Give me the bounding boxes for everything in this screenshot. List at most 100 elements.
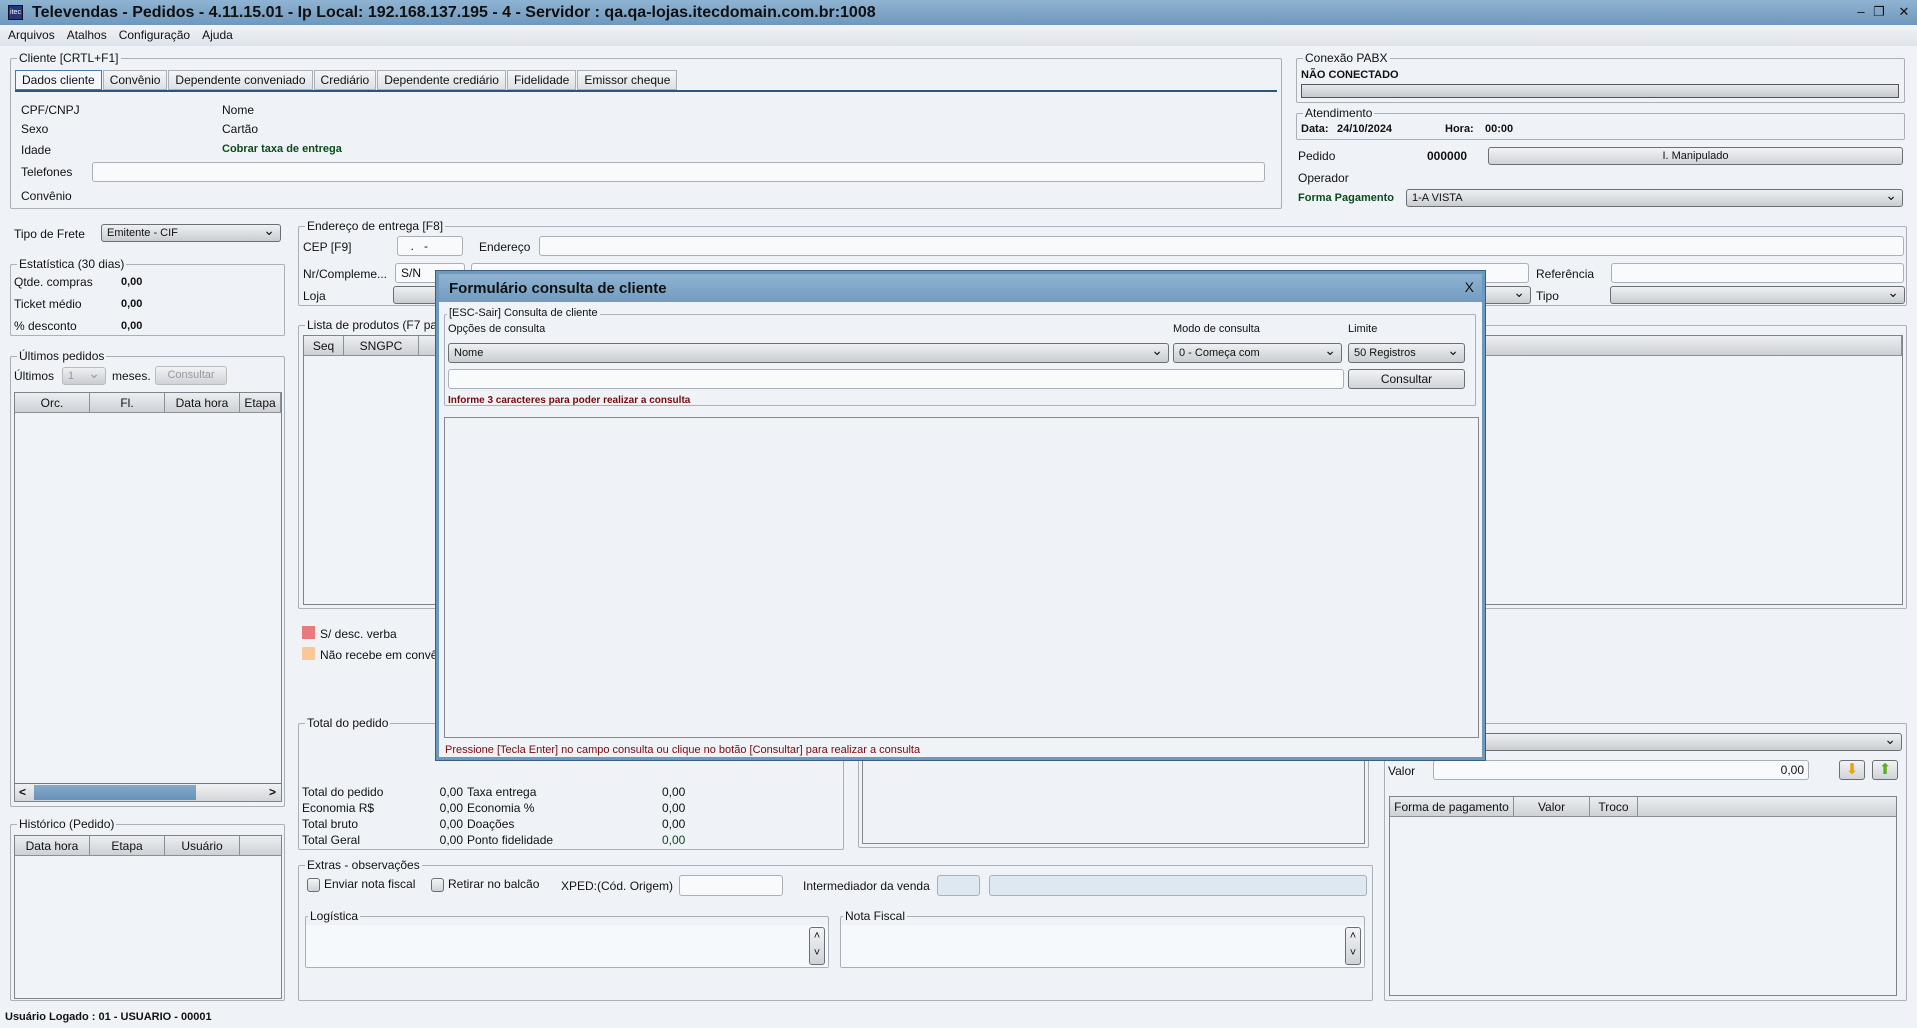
total-value: 0,00 [439, 817, 463, 831]
scroll-thumb[interactable] [34, 785, 196, 800]
endereco-legend: Endereço de entrega [F8] [305, 219, 446, 233]
column-header-etapa[interactable]: Etapa [240, 393, 281, 412]
column-header-etapa[interactable]: Etapa [90, 836, 165, 855]
endereco-field[interactable] [539, 236, 1904, 256]
enviar-nota-checkbox[interactable]: Enviar nota fiscal [307, 877, 415, 892]
consultar-ultimos-button[interactable]: Consultar [155, 366, 227, 385]
data-value: 24/10/2024 [1337, 123, 1393, 135]
dialog-title: Formulário consulta de cliente [449, 280, 667, 297]
intermediador-name-field[interactable] [989, 875, 1367, 896]
consultar-button[interactable]: Consultar [1348, 369, 1465, 389]
extras-group: Extras - observações Enviar nota fiscal … [298, 858, 1373, 1001]
menu-atalhos[interactable]: Atalhos [67, 25, 107, 46]
column-header-orc[interactable]: Orc. [15, 393, 90, 412]
tab-crediario[interactable]: Crediário [313, 70, 377, 90]
scroll-down-icon[interactable]: ˅ [810, 945, 824, 962]
table-header: Data hora Etapa Usuário [15, 836, 281, 856]
tab-emissor-cheque[interactable]: Emissor cheque [577, 70, 678, 90]
total-value: 0,00 [662, 817, 686, 831]
historico-legend: Histórico (Pedido) [17, 817, 117, 831]
totals-table: Total do pedido 0,00 Taxa entrega 0,00 Econ… [302, 784, 702, 848]
nota-fiscal-scrollbar[interactable]: ˄ ˅ [1345, 927, 1361, 965]
tab-dependente-crediario[interactable]: Dependente crediário [377, 70, 506, 90]
opcoes-select[interactable]: Nome [448, 341, 1169, 363]
minimize-button[interactable]: – [1852, 2, 1870, 22]
retirar-balcao-label: Retirar no balcão [448, 877, 540, 891]
column-header-data-hora[interactable]: Data hora [165, 393, 240, 412]
menu-arquivos[interactable]: Arquivos [8, 25, 55, 46]
column-header-data-hora[interactable]: Data hora [15, 836, 90, 855]
total-label: Total do pedido [302, 785, 384, 799]
referencia-field[interactable] [1611, 263, 1904, 283]
modo-select[interactable]: 0 - Começa com [1173, 341, 1342, 363]
dialog-title-bar: Formulário consulta de cliente X [439, 274, 1482, 302]
close-button[interactable]: ✕ [1895, 2, 1913, 22]
meses-select[interactable]: 1 [62, 365, 106, 385]
stat-value: 0,00 [121, 276, 143, 288]
menu-configuracao[interactable]: Configuração [119, 25, 190, 46]
tipo-select[interactable] [1610, 284, 1905, 304]
menu-ajuda[interactable]: Ajuda [202, 25, 233, 46]
total-value: 0,00 [439, 801, 463, 815]
arrow-up-icon: ⬆ [1878, 761, 1892, 778]
telefones-field[interactable] [92, 162, 1265, 182]
nome-label: Nome [222, 103, 255, 117]
checkbox-icon [431, 877, 444, 892]
add-payment-button[interactable]: ⬇ [1839, 760, 1865, 780]
scroll-left-icon[interactable]: < [19, 785, 26, 799]
retirar-balcao-checkbox[interactable]: Retirar no balcão [431, 877, 539, 892]
hora-label: Hora: [1445, 123, 1474, 135]
total-value: 0,00 [439, 785, 463, 799]
column-header-usuario[interactable]: Usuário [165, 836, 240, 855]
consulta-legend: [ESC-Sair] Consulta de cliente [447, 307, 600, 319]
tab-dados-cliente[interactable]: Dados cliente [15, 70, 102, 90]
column-header-troco[interactable]: Troco [1590, 797, 1638, 816]
pabx-group: Conexão PABX NÃO CONECTADO [1296, 51, 1905, 103]
remove-payment-button[interactable]: ⬆ [1872, 760, 1898, 780]
convenio-label: Convênio [21, 189, 72, 203]
column-header-forma[interactable]: Forma de pagamento [1390, 797, 1514, 816]
column-header-seq[interactable]: Seq [304, 336, 344, 355]
ultimos-pedidos-table: Orc. Fl. Data hora Etapa < > [14, 392, 282, 802]
tab-fidelidade[interactable]: Fidelidade [506, 70, 577, 90]
status-bar-user: Usuário Logado : 01 - USUARIO - 00001 [5, 1011, 212, 1023]
idade-label: Idade [21, 143, 52, 157]
intermediador-code-field[interactable] [937, 875, 980, 896]
historico-table: Data hora Etapa Usuário [14, 835, 282, 999]
xped-field[interactable] [679, 875, 783, 896]
tab-convenio[interactable]: Convênio [102, 70, 168, 90]
scroll-up-icon[interactable]: ˄ [810, 928, 824, 945]
cliente-legend: Cliente [CRTL+F1] [17, 51, 121, 65]
valor-field[interactable]: 0,00 [1433, 760, 1809, 780]
column-header-fl[interactable]: Fl. [90, 393, 165, 412]
consulta-search-input[interactable] [448, 369, 1344, 389]
telefones-label: Telefones [21, 165, 73, 179]
tipo-frete-label: Tipo de Frete [14, 227, 85, 241]
nota-fiscal-textarea[interactable] [841, 925, 1364, 967]
total-label: Total bruto [302, 817, 359, 831]
referencia-label: Referência [1536, 267, 1595, 281]
logistica-textarea[interactable] [306, 925, 828, 967]
tipo-frete-select[interactable]: Emitente - CIF [101, 222, 281, 242]
scroll-right-icon[interactable]: > [269, 785, 276, 799]
limite-select[interactable]: 50 Registros [1348, 341, 1465, 363]
forma-pagamento-select[interactable]: 1-A VISTA [1406, 187, 1903, 207]
stat-label: % desconto [14, 319, 77, 333]
data-label: Data: [1301, 123, 1329, 135]
valor-label: Valor [1388, 764, 1416, 778]
column-header-sngpc[interactable]: SNGPC [344, 336, 419, 355]
column-header-valor[interactable]: Valor [1514, 797, 1590, 816]
results-grid [444, 417, 1479, 738]
total-value: 0,00 [439, 833, 463, 847]
logistica-scrollbar[interactable]: ˄ ˅ [809, 927, 825, 965]
tab-dependente-conveniado[interactable]: Dependente conveniado [168, 70, 313, 90]
stat-value: 0,00 [121, 298, 143, 310]
total-label: Taxa entrega [467, 785, 537, 799]
scroll-down-icon[interactable]: ˅ [1346, 945, 1360, 962]
maximize-button[interactable]: ❐ [1870, 2, 1888, 22]
dialog-close-button[interactable]: X [1465, 279, 1474, 295]
cep-field[interactable]: . - [397, 236, 463, 256]
manipulado-button[interactable]: I. Manipulado [1488, 147, 1903, 165]
horizontal-scrollbar[interactable]: < > [15, 783, 281, 801]
scroll-up-icon[interactable]: ˄ [1346, 928, 1360, 945]
